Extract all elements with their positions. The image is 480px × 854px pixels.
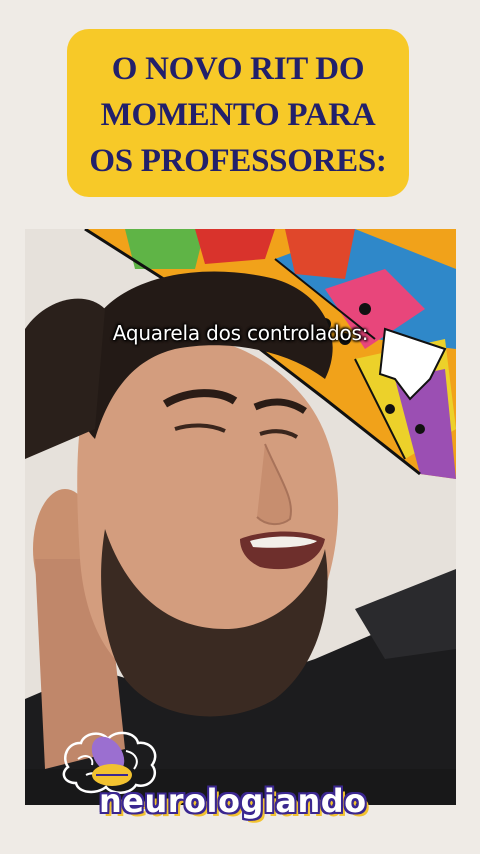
headline-line-3: OS PROFESSORES: <box>89 143 387 179</box>
headline-line-2: MOMENTO PARA <box>100 97 376 133</box>
video-still <box>25 229 456 805</box>
headline-line-1: O NOVO RIT DO <box>111 51 365 87</box>
headline-banner: O NOVO RIT DO MOMENTO PARA OS PROFESSORE… <box>67 29 409 197</box>
video-caption: Aquarela dos controlados: <box>112 321 369 345</box>
video-frame[interactable]: Aquarela dos controlados: <box>25 229 456 805</box>
brand-name: neurologiando <box>99 782 367 820</box>
